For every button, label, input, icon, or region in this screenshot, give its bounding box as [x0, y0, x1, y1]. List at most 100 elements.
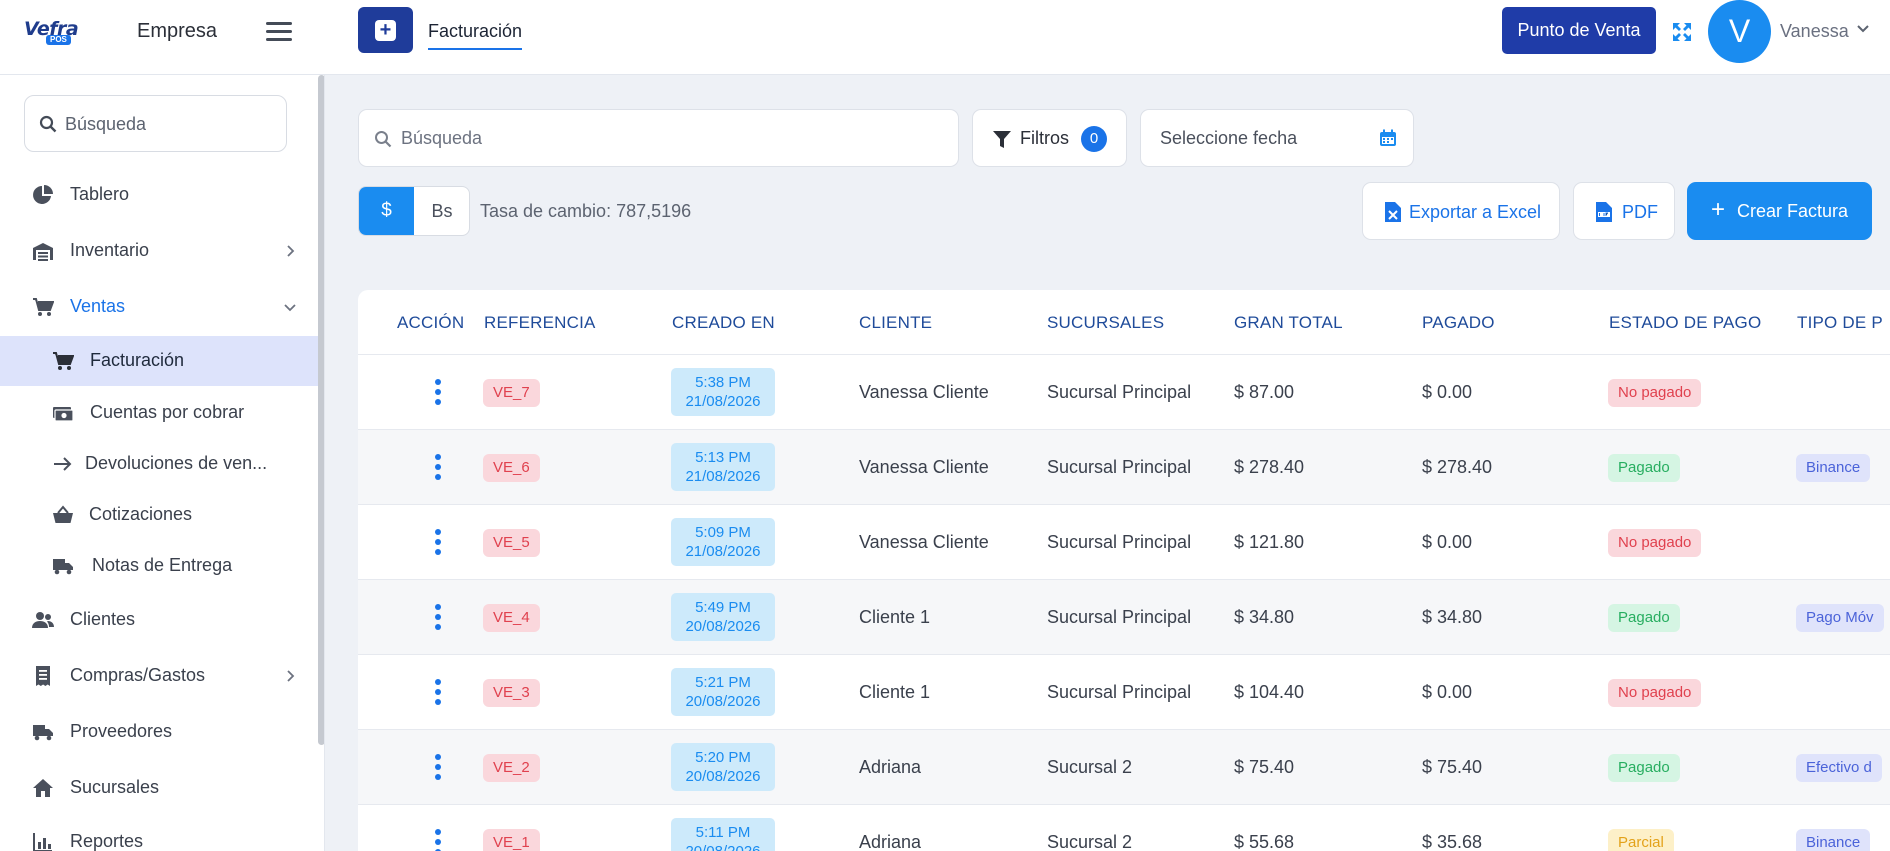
- column-header-pagado[interactable]: PAGADO: [1422, 313, 1495, 333]
- reference-badge[interactable]: VE_6: [483, 454, 540, 482]
- sidebar-item-facturacion[interactable]: Facturación: [0, 336, 318, 386]
- created-time: 5:13 PM: [695, 449, 751, 466]
- fullscreen-icon[interactable]: [1670, 20, 1694, 44]
- top-header: Vefra POS Empresa + Facturación Punto de…: [0, 0, 1890, 75]
- chevron-right-icon: [287, 670, 295, 682]
- sidebar-item-label: Notas de Entrega: [92, 555, 233, 575]
- paid-cell: $ 0.00: [1422, 682, 1473, 702]
- sidebar-search-input[interactable]: Búsqueda: [24, 95, 287, 152]
- branch-cell: Sucursal Principal: [1047, 457, 1192, 477]
- created-date: 21/08/2026: [685, 393, 761, 410]
- created-at-badge: 5:38 PM 21/08/2026: [671, 368, 775, 416]
- table-row[interactable]: VE_3 5:21 PM 20/08/2026 Cliente 1 Sucursal P…: [358, 655, 1890, 730]
- table-row[interactable]: VE_6 5:13 PM 21/08/2026 Vanessa Cliente Sucu…: [358, 430, 1890, 505]
- column-header-estado-de-pago[interactable]: ESTADO DE PAGO: [1609, 313, 1761, 333]
- client-cell: Vanessa Cliente: [859, 382, 989, 402]
- cart-icon: [53, 352, 74, 370]
- table-row[interactable]: VE_2 5:20 PM 20/08/2026 Adriana Sucursal 2 $ …: [358, 730, 1890, 805]
- created-at-badge: 5:11 PM20/08/2026: [671, 818, 775, 851]
- sidebar-item-label: Facturación: [90, 350, 185, 370]
- app-logo[interactable]: Vefra POS: [24, 18, 88, 46]
- payment-method-badge: Binance: [1796, 829, 1871, 851]
- reference-badge[interactable]: VE_7: [483, 379, 540, 407]
- sidebar-item-label: Reportes: [70, 831, 144, 851]
- sidebar-item-label: Compras/Gastos: [70, 665, 206, 685]
- column-header-tipo-de-pago[interactable]: TIPO DE P: [1797, 313, 1883, 333]
- sidebar-item-notas-de-entrega[interactable]: Notas de Entrega: [0, 541, 318, 591]
- row-actions-icon[interactable]: [435, 604, 441, 630]
- sidebar-item-cotizaciones[interactable]: Cotizaciones: [0, 490, 318, 540]
- table-row[interactable]: VE_5 5:09 PM 21/08/2026 Vanessa Cliente Sucu…: [358, 505, 1890, 580]
- user-name[interactable]: Vanessa: [1780, 21, 1849, 42]
- sidebar-item-tablero[interactable]: Tablero: [0, 170, 318, 220]
- sidebar-item-cuentas-por-cobrar[interactable]: Cuentas por cobrar: [0, 388, 318, 438]
- row-actions-icon[interactable]: [435, 379, 441, 405]
- created-time: 5:11 PM: [695, 824, 751, 841]
- date-placeholder: Seleccione fecha: [1160, 128, 1298, 148]
- payment-status-badge: Pagado: [1608, 604, 1680, 632]
- sidebar-item-sucursales[interactable]: Sucursales: [0, 763, 318, 813]
- reference-badge[interactable]: VE_5: [483, 529, 540, 557]
- breadcrumb[interactable]: Facturación: [428, 21, 523, 50]
- reference-badge[interactable]: VE_2: [483, 754, 540, 782]
- table-row[interactable]: VE_1 5:11 PM20/08/2026 Adriana Sucursal 2 $ …: [358, 805, 1890, 851]
- sidebar-item-inventario[interactable]: Inventario: [0, 226, 318, 276]
- column-header-cliente[interactable]: CLIENTE: [859, 313, 932, 333]
- bar-chart-icon: [33, 833, 52, 851]
- sidebar-item-label: Devoluciones de ven...: [85, 453, 268, 473]
- branch-cell: Sucursal Principal: [1047, 382, 1192, 402]
- export-excel-button[interactable]: Exportar a Excel: [1362, 182, 1560, 240]
- row-actions-icon[interactable]: [435, 754, 441, 780]
- point-of-sale-button[interactable]: Punto de Venta: [1502, 7, 1656, 54]
- quick-add-button[interactable]: +: [358, 7, 413, 53]
- client-cell: Vanessa Cliente: [859, 532, 989, 552]
- table-row[interactable]: VE_4 5:49 PM 20/08/2026 Cliente 1 Sucursal P…: [358, 580, 1890, 655]
- created-at-badge: 5:20 PM 20/08/2026: [671, 743, 775, 791]
- currency-usd-button[interactable]: $: [359, 187, 414, 235]
- column-header-sucursales[interactable]: SUCURSALES: [1047, 313, 1164, 333]
- filters-button[interactable]: Filtros 0: [972, 109, 1127, 167]
- invoices-table: ACCIÓN REFERENCIA CREADO EN CLIENTE SUCU…: [358, 290, 1890, 851]
- sidebar-item-devoluciones[interactable]: Devoluciones de ven...: [0, 439, 318, 489]
- date-picker[interactable]: Seleccione fecha: [1140, 109, 1414, 167]
- search-input[interactable]: Búsqueda: [358, 109, 959, 167]
- menu-toggle-icon[interactable]: [266, 22, 292, 44]
- paid-cell: $ 0.00: [1422, 532, 1473, 552]
- avatar[interactable]: V: [1708, 0, 1771, 63]
- column-header-referencia[interactable]: REFERENCIA: [484, 313, 596, 333]
- calendar-icon: [1380, 129, 1396, 146]
- column-header-creado-en[interactable]: CREADO EN: [672, 313, 775, 333]
- reference-badge[interactable]: VE_3: [483, 679, 540, 707]
- sidebar-item-label: Ventas: [70, 296, 126, 316]
- total-cell: $ 121.80: [1234, 532, 1305, 552]
- row-actions-icon[interactable]: [435, 529, 441, 555]
- filters-label: Filtros: [1020, 128, 1069, 148]
- table-row[interactable]: VE_7 5:38 PM 21/08/2026 Vanessa Cliente Sucu…: [358, 355, 1890, 430]
- chevron-right-icon: [287, 245, 295, 257]
- sidebar-scrollbar[interactable]: [318, 75, 324, 745]
- row-actions-icon[interactable]: [435, 454, 441, 480]
- sidebar-item-compras-gastos[interactable]: Compras/Gastos: [0, 651, 318, 701]
- create-invoice-button[interactable]: + Crear Factura: [1687, 182, 1872, 240]
- created-date: 21/08/2026: [685, 543, 761, 560]
- truck-icon: [33, 725, 53, 741]
- export-pdf-button[interactable]: PDF: [1573, 182, 1675, 240]
- table-header: ACCIÓN REFERENCIA CREADO EN CLIENTE SUCU…: [358, 290, 1890, 355]
- currency-bs-button[interactable]: Bs: [414, 187, 469, 235]
- sidebar-item-label: Cuentas por cobrar: [90, 402, 245, 422]
- payment-status-badge: Pagado: [1608, 454, 1680, 482]
- payment-method-badge: Efectivo d: [1796, 754, 1882, 782]
- reference-badge[interactable]: VE_1: [483, 829, 540, 851]
- plus-icon: +: [375, 20, 396, 41]
- sidebar-item-proveedores[interactable]: Proveedores: [0, 707, 318, 757]
- chevron-down-icon[interactable]: [1856, 22, 1870, 36]
- row-actions-icon[interactable]: [435, 679, 441, 705]
- column-header-gran-total[interactable]: GRAN TOTAL: [1234, 313, 1343, 333]
- sidebar-item-clientes[interactable]: Clientes: [0, 595, 318, 645]
- reference-badge[interactable]: VE_4: [483, 604, 540, 632]
- export-pdf-label: PDF: [1622, 202, 1658, 222]
- sidebar-item-reportes[interactable]: Reportes: [0, 817, 318, 851]
- row-actions-icon[interactable]: [435, 829, 441, 851]
- sidebar-item-ventas[interactable]: Ventas: [0, 282, 318, 332]
- column-header-accion[interactable]: ACCIÓN: [397, 313, 464, 333]
